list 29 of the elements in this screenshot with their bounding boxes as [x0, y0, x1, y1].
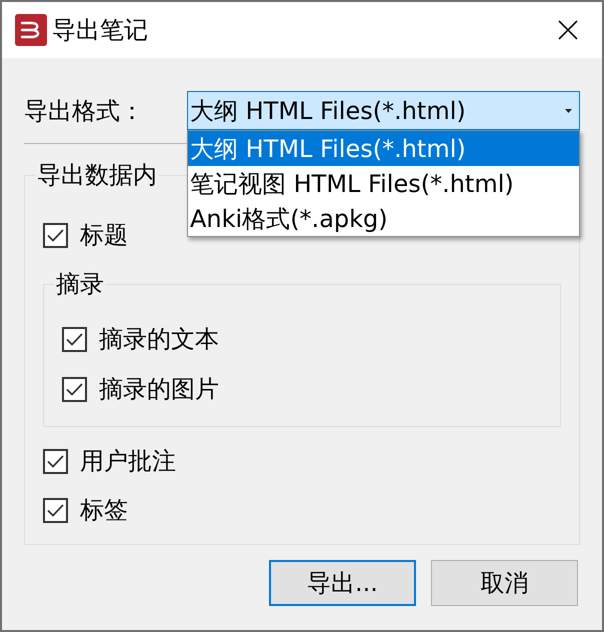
- checkbox-label: 标题: [80, 220, 128, 250]
- checkbox[interactable]: [43, 498, 68, 522]
- checkmark-icon: [47, 454, 64, 468]
- window-title: 导出笔记: [52, 15, 149, 45]
- checkbox[interactable]: [62, 376, 87, 402]
- dropdown-option[interactable]: 笔记视图 HTML Files(*.html): [188, 166, 579, 201]
- checkbox[interactable]: [62, 326, 87, 352]
- checkmark-icon: [66, 382, 83, 396]
- checkbox[interactable]: [43, 222, 68, 248]
- dropdown-option[interactable]: Anki格式(*.apkg): [188, 201, 579, 236]
- close-button[interactable]: [558, 20, 578, 40]
- checkbox[interactable]: [43, 448, 68, 474]
- dropdown-arrow-icon: [565, 108, 572, 112]
- checkbox-label: 标签: [80, 495, 128, 525]
- group-title: 导出数据内: [36, 160, 158, 190]
- close-icon: [558, 20, 578, 40]
- format-label: 导出格式：: [24, 96, 145, 126]
- export-button[interactable]: 导出...: [269, 560, 416, 606]
- checkbox-label: 用户批注: [80, 446, 176, 476]
- group-title: 摘录: [55, 269, 105, 299]
- checkbox-label: 摘录的文本: [99, 324, 219, 354]
- checkmark-icon: [66, 332, 83, 346]
- app-logo-icon: [15, 14, 47, 46]
- checkmark-icon: [47, 228, 64, 242]
- dropdown-option[interactable]: 大纲 HTML Files(*.html): [188, 131, 579, 166]
- format-dropdown[interactable]: 大纲 HTML Files(*.html): [187, 91, 580, 130]
- cancel-button[interactable]: 取消: [431, 560, 578, 606]
- checkbox-label: 摘录的图片: [99, 374, 219, 404]
- checkmark-icon: [47, 504, 64, 516]
